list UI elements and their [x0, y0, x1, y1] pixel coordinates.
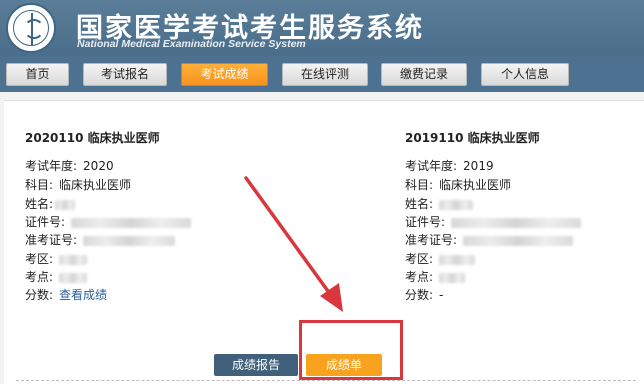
card-2019-id-row: 证件号: — [405, 213, 582, 231]
nav-online-assessment[interactable]: 在线评测 — [282, 63, 368, 86]
card-2020-id-row: 证件号: — [25, 213, 192, 231]
site-subtitle: National Medical Examination Service Sys… — [77, 38, 306, 50]
nav-personal-info[interactable]: 个人信息 — [481, 63, 569, 86]
main-nav: 首页 考试报名 考试成绩 在线评测 缴费记录 个人信息 — [0, 56, 644, 92]
redacted-region — [439, 254, 476, 265]
card-2020-site-row: 考点: — [25, 268, 88, 286]
ticket-label: 准考证号: — [25, 233, 78, 247]
nav-payment-records[interactable]: 缴费记录 — [381, 63, 467, 86]
card-2020-region-row: 考区: — [25, 250, 88, 268]
subject-label: 科目: — [25, 178, 54, 192]
ticket-label: 准考证号: — [405, 233, 458, 247]
redacted-region — [59, 254, 88, 265]
card-2020-ticket-row: 准考证号: — [25, 231, 176, 249]
card-2019-score-row: 分数: - — [405, 286, 443, 304]
id-label: 证件号: — [405, 215, 446, 229]
medical-logo-icon — [6, 3, 56, 53]
name-label: 姓名: — [25, 197, 54, 211]
id-label: 证件号: — [25, 215, 66, 229]
redacted-ticket — [463, 235, 574, 246]
redacted-ticket — [83, 235, 176, 246]
subject-value: 临床执业医师 — [439, 178, 512, 192]
card-2020-name-row: 姓名: — [25, 195, 76, 213]
view-score-link[interactable]: 查看成绩 — [59, 286, 107, 304]
divider — [16, 380, 636, 381]
card-2019-ticket-row: 准考证号: — [405, 231, 574, 249]
year-label: 考试年度: — [405, 159, 458, 173]
subject-label: 科目: — [405, 178, 434, 192]
score-report-button[interactable]: 成绩报告 — [214, 354, 298, 376]
subject-value: 临床执业医师 — [59, 178, 132, 192]
site-label: 考点: — [405, 270, 434, 284]
redacted-id — [71, 217, 192, 228]
card-2019-subject-row: 科目: 临床执业医师 — [405, 176, 511, 194]
card-2019-site-row: 考点: — [405, 268, 466, 286]
card-2019-region-row: 考区: — [405, 250, 476, 268]
card-2019-name-row: 姓名: — [405, 195, 474, 213]
card-2020-score-row: 分数: 查看成绩 — [25, 286, 107, 304]
nav-exam-scores[interactable]: 考试成绩 — [181, 63, 268, 86]
card-2019-title: 2019110 临床执业医师 — [405, 131, 540, 145]
score-value: - — [439, 288, 444, 302]
nav-exam-registration[interactable]: 考试报名 — [83, 63, 167, 86]
score-label: 分数: — [405, 288, 434, 302]
site-header: 国家医学考试考生服务系统 National Medical Examinatio… — [0, 0, 644, 56]
card-2019-year-row: 考试年度: 2019 — [405, 157, 494, 175]
redacted-name — [55, 199, 76, 210]
redacted-id — [451, 217, 582, 228]
annotation-highlight-box — [299, 320, 403, 380]
score-label: 分数: — [25, 288, 54, 302]
region-label: 考区: — [405, 252, 434, 266]
card-2020-year-row: 考试年度: 2020 — [25, 157, 114, 175]
card-2020-title: 2020110 临床执业医师 — [25, 131, 160, 145]
site-label: 考点: — [25, 270, 54, 284]
redacted-site — [59, 272, 88, 283]
card-2020-subject-row: 科目: 临床执业医师 — [25, 176, 131, 194]
nav-home[interactable]: 首页 — [6, 63, 69, 86]
redacted-name — [439, 199, 474, 210]
year-value: 2020 — [83, 159, 114, 173]
redacted-site — [439, 272, 466, 283]
name-label: 姓名: — [405, 197, 434, 211]
region-label: 考区: — [25, 252, 54, 266]
year-value: 2019 — [463, 159, 494, 173]
year-label: 考试年度: — [25, 159, 78, 173]
